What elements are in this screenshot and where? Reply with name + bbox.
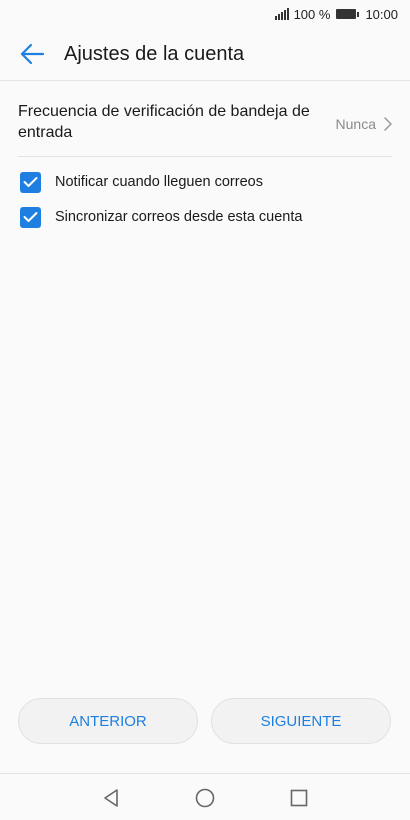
nav-back-button[interactable] [99, 786, 123, 810]
clock: 10:00 [365, 6, 398, 22]
battery-percent: 100 % [293, 6, 331, 22]
check-frequency-setting[interactable]: Frecuencia de verificación de bandeja de… [18, 98, 392, 157]
recents-square-icon [290, 789, 308, 806]
check-frequency-label: Frecuencia de verificación de bandeja de… [18, 103, 310, 141]
home-circle-icon [195, 788, 215, 807]
sync-mail-row[interactable]: Sincronizar correos desde esta cuenta [20, 201, 392, 233]
sync-mail-label: Sincronizar correos desde esta cuenta [55, 209, 303, 225]
arrow-left-icon [20, 43, 45, 65]
next-button[interactable]: SIGUIENTE [211, 698, 391, 744]
checkmark-icon [23, 177, 38, 187]
check-frequency-value: Nunca [335, 116, 376, 132]
back-triangle-icon [104, 788, 118, 807]
checkmark-icon [23, 212, 38, 222]
back-button[interactable] [18, 40, 46, 68]
previous-button[interactable]: ANTERIOR [18, 698, 198, 744]
screen: 100 % 10:00 Ajustes de la cuenta Frecuen… [0, 0, 410, 820]
battery-icon [336, 9, 360, 19]
sync-mail-checkbox[interactable] [20, 206, 41, 228]
nav-home-button[interactable] [193, 786, 217, 810]
notify-new-mail-checkbox[interactable] [20, 171, 41, 193]
chevron-right-icon [384, 117, 392, 131]
notify-new-mail-label: Notificar cuando lleguen correos [55, 174, 263, 190]
app-header: Ajustes de la cuenta [0, 28, 410, 81]
system-nav-bar [0, 773, 410, 820]
status-bar: 100 % 10:00 [0, 0, 410, 28]
signal-icon [274, 8, 290, 20]
notify-new-mail-row[interactable]: Notificar cuando lleguen correos [20, 166, 392, 198]
nav-recents-button[interactable] [287, 786, 311, 810]
page-title: Ajustes de la cuenta [64, 42, 245, 65]
check-frequency-value-group: Nunca [336, 116, 392, 132]
